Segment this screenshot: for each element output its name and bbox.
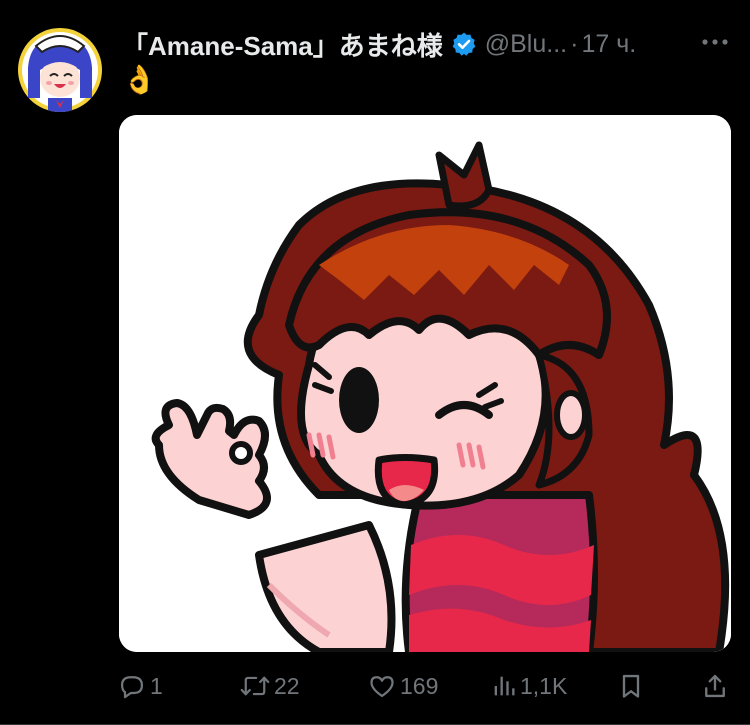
tweet-action-bar: 1 22 169 1,1K (118, 668, 738, 704)
share-icon (705, 674, 725, 698)
repost-count: 22 (274, 672, 300, 699)
share-button[interactable] (702, 668, 728, 704)
display-name[interactable]: 「Amane-Sama」あまね様 (122, 26, 443, 63)
separator-dot: · (570, 29, 579, 58)
tweet[interactable]: 「Amane-Sama」あまね様 @Blu... · 17 ч. 👌 1 22 … (0, 0, 750, 725)
repost-icon (240, 676, 270, 696)
tweet-text: 👌 (122, 64, 157, 95)
heart-icon (370, 676, 394, 698)
like-button[interactable]: 169 (368, 668, 438, 704)
verified-badge-icon (451, 31, 477, 57)
bookmark-icon (622, 674, 640, 698)
tweet-header: 「Amane-Sama」あまね様 @Blu... · 17 ч. (122, 26, 734, 62)
reply-count: 1 (150, 672, 163, 699)
more-options-button[interactable] (700, 30, 730, 54)
reply-icon (120, 676, 144, 699)
user-handle[interactable]: @Blu... (485, 30, 567, 59)
views-icon (494, 676, 515, 696)
tweet-media-image[interactable] (119, 115, 731, 652)
avatar-image (18, 28, 102, 112)
tweet-timestamp[interactable]: 17 ч. (581, 30, 636, 59)
more-horizontal-icon (702, 39, 728, 45)
cartoon-girl-ok-gesture-image (119, 115, 731, 652)
reply-button[interactable]: 1 (118, 668, 163, 704)
bookmark-button[interactable] (618, 668, 644, 704)
like-count: 169 (400, 672, 439, 699)
views-button[interactable]: 1,1K (492, 668, 567, 704)
repost-button[interactable]: 22 (240, 668, 300, 704)
avatar[interactable] (18, 28, 102, 112)
views-count: 1,1K (520, 672, 568, 699)
